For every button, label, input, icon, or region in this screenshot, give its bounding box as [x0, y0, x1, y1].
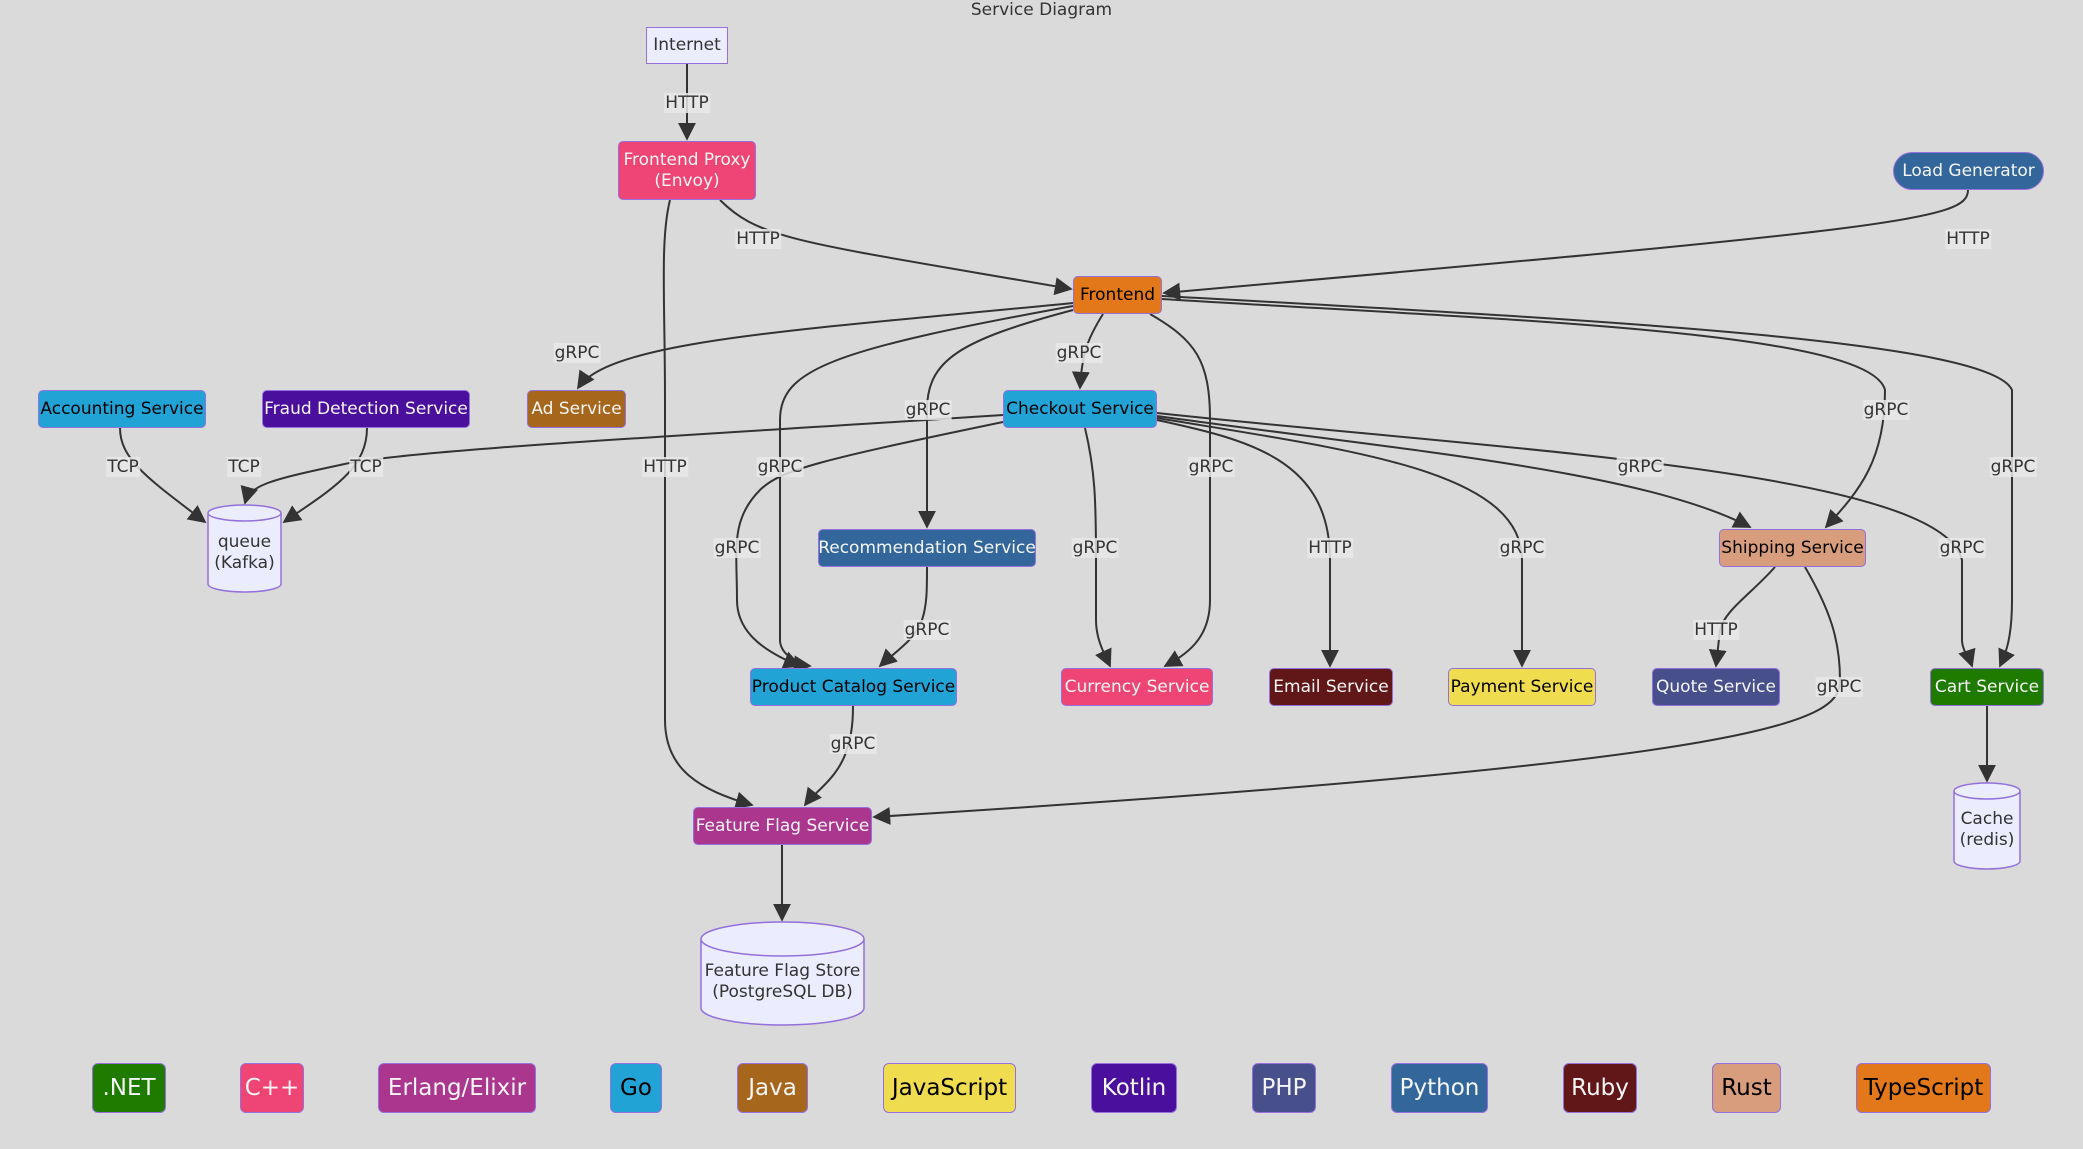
legend-item-rust: Rust	[1712, 1063, 1781, 1113]
edge-label: TCP	[227, 457, 261, 477]
edge-label: HTTP	[735, 229, 781, 249]
node-recommendation[interactable]: Recommendation Service	[818, 529, 1036, 567]
edge-label: gRPC	[1616, 457, 1664, 477]
edge-label: gRPC	[1989, 457, 2037, 477]
edge-frontend-to-currency	[1149, 313, 1211, 667]
legend-item-net: .NET	[92, 1063, 166, 1113]
legend-item-php: PHP	[1252, 1063, 1316, 1113]
node-cache[interactable]: Cache (redis)	[1953, 782, 2021, 870]
edge-label: gRPC	[829, 734, 877, 754]
edge-label: gRPC	[1055, 343, 1103, 363]
node-currency[interactable]: Currency Service	[1061, 668, 1213, 706]
legend-item-java: Java	[737, 1063, 808, 1113]
node-label: Payment Service	[1450, 676, 1594, 697]
legend-item-javascript: JavaScript	[883, 1063, 1016, 1113]
node-label: Cart Service	[1934, 676, 2040, 697]
node-label: Frontend	[1079, 284, 1156, 305]
legend-item-c: C++	[240, 1063, 304, 1113]
legend-item-python: Python	[1391, 1063, 1488, 1113]
node-label: Checkout Service	[1006, 398, 1154, 419]
edge-product_catalog-to-feature_flag	[803, 705, 854, 807]
legend-item-ruby: Ruby	[1563, 1063, 1637, 1113]
node-label: Accounting Service	[40, 398, 204, 419]
node-label: Quote Service	[1656, 676, 1776, 697]
edge-label: gRPC	[553, 343, 601, 363]
edge-frontend-to-ad	[576, 302, 1074, 390]
node-label: Internet	[653, 35, 721, 55]
node-cart[interactable]: Cart Service	[1930, 668, 2044, 706]
node-label: Ad Service	[531, 398, 622, 419]
edge-label: gRPC	[904, 400, 952, 420]
node-label: Cache (redis)	[1959, 809, 2015, 850]
edge-label: gRPC	[756, 457, 804, 477]
edge-load_generator-to-frontend	[1162, 189, 1969, 301]
edge-label: TCP	[106, 457, 140, 477]
edge-label: gRPC	[1815, 677, 1863, 697]
node-label: Shipping Service	[1721, 537, 1864, 558]
node-label: Feature Flag Store (PostgreSQL DB)	[704, 961, 861, 1002]
legend-item-erlang-elixir: Erlang/Elixir	[378, 1063, 536, 1113]
edge-label: HTTP	[642, 457, 688, 477]
edge-recommendation-to-product_catalog	[878, 566, 928, 668]
node-frontend[interactable]: Frontend	[1073, 276, 1162, 314]
node-label: Product Catalog Service	[751, 676, 956, 697]
node-label: queue (Kafka)	[214, 531, 275, 573]
edge-shipping-to-quote	[1708, 566, 1776, 668]
node-label: Fraud Detection Service	[264, 398, 468, 419]
edge-label: gRPC	[1498, 538, 1546, 558]
node-product-catalog[interactable]: Product Catalog Service	[750, 668, 957, 706]
node-fraud-detection[interactable]: Fraud Detection Service	[262, 390, 470, 428]
edge-label: gRPC	[1071, 538, 1119, 558]
edges-layer	[119, 64, 2015, 922]
edge-label: gRPC	[1187, 457, 1235, 477]
edge-label: gRPC	[903, 620, 951, 640]
node-feature-flag-store[interactable]: Feature Flag Store (PostgreSQL DB)	[700, 921, 865, 1026]
edge-frontend-to-cart	[1161, 295, 2015, 668]
node-quote[interactable]: Quote Service	[1652, 668, 1780, 706]
edge-label: HTTP	[1945, 229, 1991, 249]
node-label: Email Service	[1273, 676, 1389, 697]
node-label: Recommendation Service	[818, 537, 1036, 558]
legend-item-kotlin: Kotlin	[1091, 1063, 1177, 1113]
edge-label: HTTP	[1307, 538, 1353, 558]
node-payment[interactable]: Payment Service	[1448, 668, 1596, 706]
node-checkout[interactable]: Checkout Service	[1003, 390, 1157, 428]
edge-label: gRPC	[713, 538, 761, 558]
edge-label: TCP	[349, 457, 383, 477]
edge-checkout-to-email	[1156, 419, 1339, 668]
node-email[interactable]: Email Service	[1269, 668, 1393, 706]
node-label: Load Generator	[1902, 160, 2035, 181]
node-label: Currency Service	[1064, 676, 1210, 697]
edge-frontend_proxy-to-feature_flag	[662, 199, 754, 810]
node-queue[interactable]: queue (Kafka)	[207, 504, 282, 593]
legend-item-typescript: TypeScript	[1856, 1063, 1991, 1113]
node-feature-flag[interactable]: Feature Flag Service	[693, 807, 872, 845]
edge-label: HTTP	[1693, 620, 1739, 640]
edge-label: HTTP	[664, 93, 710, 113]
node-label: Feature Flag Service	[695, 815, 870, 836]
node-shipping[interactable]: Shipping Service	[1719, 529, 1866, 567]
edge-label: gRPC	[1862, 400, 1910, 420]
legend-item-go: Go	[610, 1063, 662, 1113]
node-load-generator[interactable]: Load Generator	[1893, 152, 2044, 190]
node-ad[interactable]: Ad Service	[527, 390, 626, 428]
edge-frontend-to-shipping	[1161, 298, 1887, 529]
node-frontend-proxy[interactable]: Frontend Proxy (Envoy)	[618, 141, 756, 200]
node-internet[interactable]: Internet	[646, 27, 728, 64]
edge-label: gRPC	[1938, 538, 1986, 558]
node-accounting[interactable]: Accounting Service	[38, 390, 206, 428]
node-label: Frontend Proxy (Envoy)	[623, 149, 751, 191]
